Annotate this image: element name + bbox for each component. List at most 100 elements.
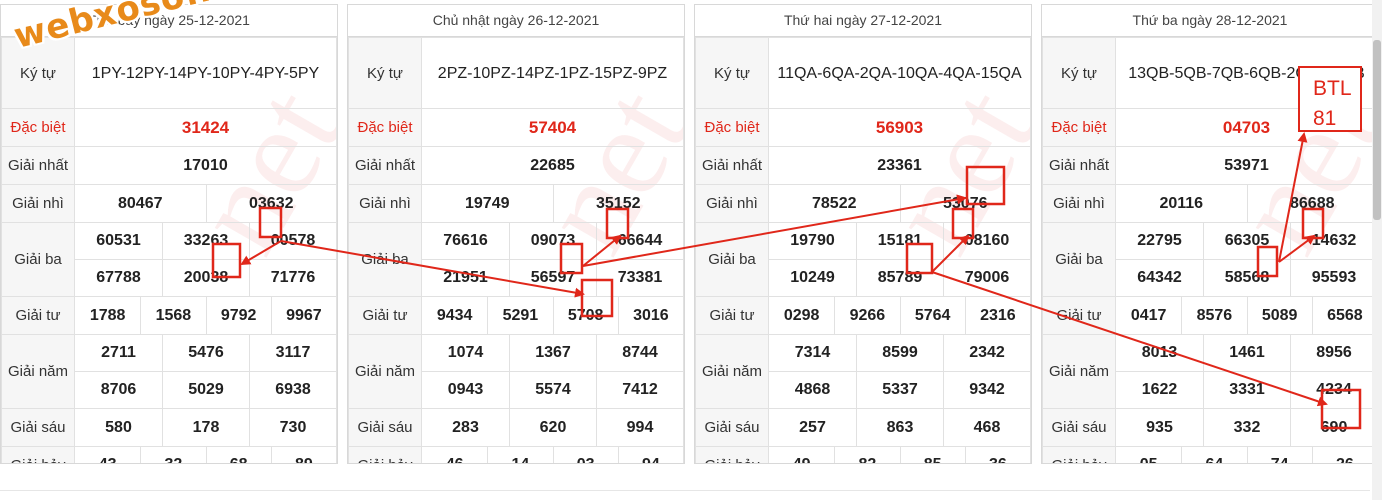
label-giai-bay: Giải bảy — [1, 446, 75, 463]
giai-tu-number: 5291 — [487, 297, 552, 334]
giai-tu-number: 9792 — [205, 297, 271, 334]
giai-bay-number: 49 — [769, 447, 834, 463]
label-giai-nhi: Giải nhì — [695, 184, 769, 223]
giai-sau-number: 730 — [249, 409, 336, 446]
giai-nam-number-row: 7314 8599 2342 — [769, 335, 1030, 371]
giai-tu-cell: 1788 1568 9792 9967 — [74, 296, 337, 335]
giai-tu-number: 9967 — [270, 297, 336, 334]
giai-nam-number: 9342 — [943, 372, 1030, 408]
giai-ba-number: 85789 — [856, 260, 943, 296]
label-giai-nam: Giải năm — [695, 334, 769, 409]
giai-tu-number: 5764 — [899, 297, 965, 334]
giai-ba-number: 79006 — [943, 260, 1030, 296]
giai-ba-number: 56597 — [509, 260, 596, 296]
giai-ba-number: 73381 — [596, 260, 683, 296]
giai-ba-cell: 19790 15181 08160 10249 85789 79006 — [768, 222, 1031, 297]
giai-ba-number: 00578 — [249, 223, 336, 259]
giai-ba-number-row: 19790 15181 08160 — [769, 223, 1030, 259]
giai-bay-number: 74 — [1246, 447, 1312, 463]
giai-sau-number: 935 — [1146, 418, 1173, 436]
ky-tu-value: 2PZ-10PZ-14PZ-1PZ-15PZ-9PZ — [421, 37, 684, 109]
giai-sau-cell: 283 620 994 — [421, 408, 684, 447]
label-giai-sau: Giải sáu — [1042, 408, 1116, 447]
giai-nhat-value: 17010 — [74, 146, 337, 185]
giai-sau-number: 257 — [799, 418, 826, 436]
dac-biet-value: 57404 — [421, 108, 684, 147]
giai-ba-number: 15181 — [856, 223, 943, 259]
giai-nam-number: 8744 — [596, 335, 683, 371]
giai-bay-number: 14 — [487, 447, 552, 463]
giai-nhi-cell: 19749 35152 — [421, 184, 684, 223]
label-giai-nam: Giải năm — [1, 334, 75, 409]
giai-bay-number: 46 — [422, 447, 487, 463]
giai-tu-number: 2316 — [964, 297, 1030, 334]
giai-nam-number: 7314 — [794, 344, 831, 361]
label-giai-ba: Giải ba — [695, 222, 769, 297]
panel-date: Thứ hai ngày 27-12-2021 — [695, 5, 1031, 37]
giai-nam-number: 1367 — [509, 335, 596, 371]
giai-ba-number-row: 10249 85789 79006 — [769, 259, 1030, 296]
giai-nam-number: 6938 — [249, 372, 336, 408]
giai-nhi-number: 35152 — [552, 185, 684, 222]
giai-bay-cell: 05647426 — [1115, 446, 1378, 463]
giai-sau-number: 283 — [452, 418, 479, 436]
giai-sau-number: 620 — [509, 409, 596, 446]
giai-nam-number: 1622 — [1141, 381, 1178, 398]
giai-tu-number: 0298 — [783, 306, 820, 324]
giai-ba-number: 66305 — [1203, 223, 1290, 259]
giai-ba-number: 95593 — [1290, 260, 1377, 296]
scrollbar-thumb[interactable] — [1373, 40, 1381, 220]
giai-sau-number: 994 — [596, 409, 683, 446]
giai-nam-number: 8956 — [1290, 335, 1377, 371]
giai-nam-number-row: 8706 5029 6938 — [75, 371, 336, 408]
label-giai-bay: Giải bảy — [348, 446, 422, 463]
giai-bay-number: 32 — [140, 447, 205, 463]
giai-nam-number-row: 8013 1461 8956 — [1116, 335, 1377, 371]
label-giai-bay: Giải bảy — [1042, 446, 1116, 463]
label-giai-tu: Giải tư — [1, 296, 75, 335]
giai-ba-number: 67788 — [96, 269, 141, 286]
giai-nam-number: 1074 — [447, 344, 484, 361]
giai-bay-number: 26 — [1311, 447, 1377, 463]
giai-ba-cell: 76616 09073 66644 21951 56597 73381 — [421, 222, 684, 297]
panel-date: Thứ bảy ngày 25-12-2021 — [1, 5, 337, 37]
giai-nam-number-row: 4868 5337 9342 — [769, 371, 1030, 408]
giai-nam-number: 7412 — [596, 372, 683, 408]
giai-nam-number: 5337 — [856, 372, 943, 408]
label-giai-nhat: Giải nhất — [1042, 146, 1116, 185]
giai-ba-cell: 22795 66305 14632 64342 58568 95593 — [1115, 222, 1378, 297]
label-giai-nhi: Giải nhì — [348, 184, 422, 223]
giai-ba-number: 08160 — [943, 223, 1030, 259]
giai-bay-cell: 46140394 — [421, 446, 684, 463]
giai-nhi-number: 20116 — [1159, 194, 1204, 212]
giai-ba-number: 33263 — [162, 223, 249, 259]
label-giai-nam: Giải năm — [348, 334, 422, 409]
giai-ba-number-row: 60531 33263 00578 — [75, 223, 336, 259]
giai-ba-number: 14632 — [1290, 223, 1377, 259]
giai-bay-number: 68 — [205, 447, 271, 463]
giai-bay-cell: 43326889 — [74, 446, 337, 463]
lottery-result-panel-3: Thứ hai ngày 27-12-2021 net Ký tự 11QA-6… — [694, 4, 1032, 464]
panel-date: Chủ nhật ngày 26-12-2021 — [348, 5, 684, 37]
page-scrollbar[interactable] — [1372, 0, 1382, 500]
giai-nam-number-row: 0943 5574 7412 — [422, 371, 683, 408]
giai-ba-number: 60531 — [96, 232, 141, 249]
label-giai-sau: Giải sáu — [695, 408, 769, 447]
giai-nhat-value: 53971 — [1115, 146, 1378, 185]
giai-tu-number: 1568 — [140, 297, 205, 334]
giai-sau-number: 468 — [943, 409, 1030, 446]
label-giai-sau: Giải sáu — [1, 408, 75, 447]
giai-nam-number: 3331 — [1203, 372, 1290, 408]
results-table: Ký tự 11QA-6QA-2QA-10QA-4QA-15QA Đặc biệ… — [695, 37, 1031, 463]
label-giai-tu: Giải tư — [695, 296, 769, 335]
dac-biet-value: 56903 — [768, 108, 1031, 147]
giai-ba-number: 66644 — [596, 223, 683, 259]
label-dac-biet: Đặc biệt — [695, 108, 769, 147]
label-giai-tu: Giải tư — [348, 296, 422, 335]
giai-tu-cell: 9434 5291 5708 3016 — [421, 296, 684, 335]
giai-sau-cell: 257 863 468 — [768, 408, 1031, 447]
label-dac-biet: Đặc biệt — [1042, 108, 1116, 147]
giai-nhi-cell: 20116 86688 — [1115, 184, 1378, 223]
btl-value: 81 — [1313, 107, 1337, 130]
giai-tu-number: 0417 — [1130, 306, 1167, 324]
